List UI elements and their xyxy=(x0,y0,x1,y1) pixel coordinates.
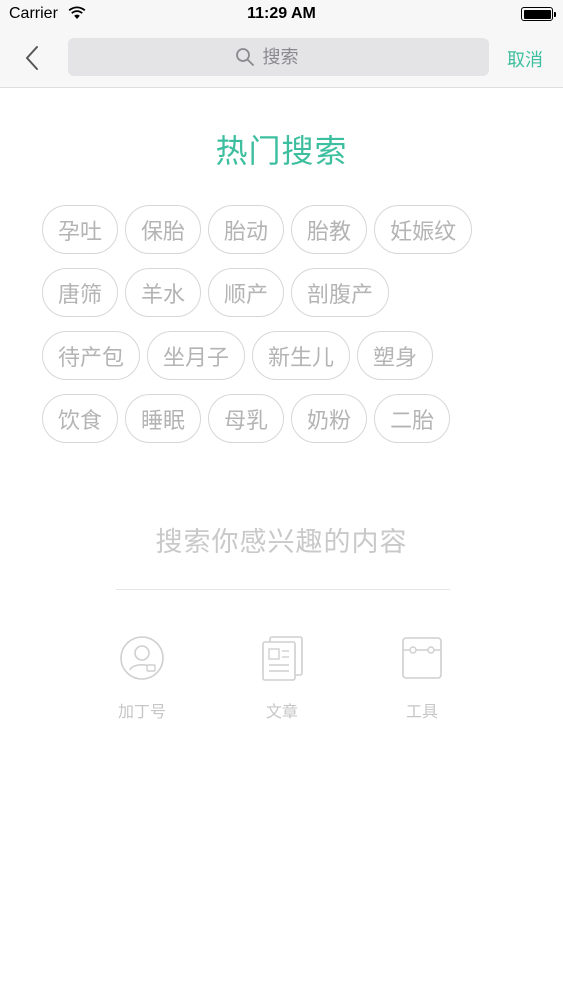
status-bar: Carrier 11:29 AM xyxy=(0,0,563,28)
category-label: 工具 xyxy=(405,702,438,721)
hot-tag[interactable]: 母乳 xyxy=(208,394,285,443)
search-nav-bar: 取消 xyxy=(0,28,563,88)
hot-tag[interactable]: 羊水 xyxy=(125,268,202,317)
hot-tag[interactable]: 坐月子 xyxy=(147,331,246,380)
hot-tag[interactable]: 新生儿 xyxy=(252,331,351,380)
status-time: 11:29 AM xyxy=(247,5,316,22)
hot-tag[interactable]: 剖腹产 xyxy=(291,268,390,317)
hot-tag[interactable]: 塑身 xyxy=(357,331,434,380)
hot-search-tags: 孕吐 保胎 胎动 胎教 妊娠纹 唐筛 羊水 顺产 剖腹产 待产包 坐月子 新生儿… xyxy=(42,205,522,457)
tag-row: 待产包 坐月子 新生儿 塑身 xyxy=(42,331,522,380)
article-icon xyxy=(262,636,303,681)
search-box[interactable] xyxy=(68,38,489,76)
battery-icon xyxy=(521,7,556,21)
account-icon xyxy=(120,636,164,680)
tag-row: 饮食 睡眠 母乳 奶粉 二胎 xyxy=(42,394,522,443)
category-label: 加丁号 xyxy=(117,702,166,721)
hot-tag[interactable]: 待产包 xyxy=(42,331,141,380)
hot-tag[interactable]: 二胎 xyxy=(374,394,451,443)
hot-tag[interactable]: 顺产 xyxy=(208,268,285,317)
hot-tag[interactable]: 胎动 xyxy=(208,205,285,254)
category-account[interactable]: 加丁号 xyxy=(97,634,187,722)
hot-tag[interactable]: 妊娠纹 xyxy=(374,205,473,254)
cancel-button[interactable]: 取消 xyxy=(507,46,543,72)
divider xyxy=(116,589,450,590)
search-icon xyxy=(235,48,254,66)
hot-tag[interactable]: 奶粉 xyxy=(291,394,368,443)
search-categories: 加丁号 文章 工具 xyxy=(0,634,563,724)
category-article[interactable]: 文章 xyxy=(237,634,327,722)
hot-tag[interactable]: 饮食 xyxy=(42,394,119,443)
search-input[interactable] xyxy=(262,46,323,68)
back-button[interactable] xyxy=(18,43,48,73)
hot-tag[interactable]: 孕吐 xyxy=(42,205,119,254)
hot-tag[interactable]: 保胎 xyxy=(125,205,202,254)
search-hint: 搜索你感兴趣的内容 xyxy=(155,527,408,558)
hot-tag[interactable]: 胎教 xyxy=(291,205,368,254)
tool-icon xyxy=(402,637,442,679)
hot-tag[interactable]: 睡眠 xyxy=(125,394,202,443)
tag-row: 孕吐 保胎 胎动 胎教 妊娠纹 xyxy=(42,205,522,254)
category-label: 文章 xyxy=(265,702,298,721)
hot-tag[interactable]: 唐筛 xyxy=(42,268,119,317)
hot-search-title: 热门搜索 xyxy=(215,132,348,170)
tag-row: 唐筛 羊水 顺产 剖腹产 xyxy=(42,268,522,317)
category-tool[interactable]: 工具 xyxy=(377,634,467,722)
